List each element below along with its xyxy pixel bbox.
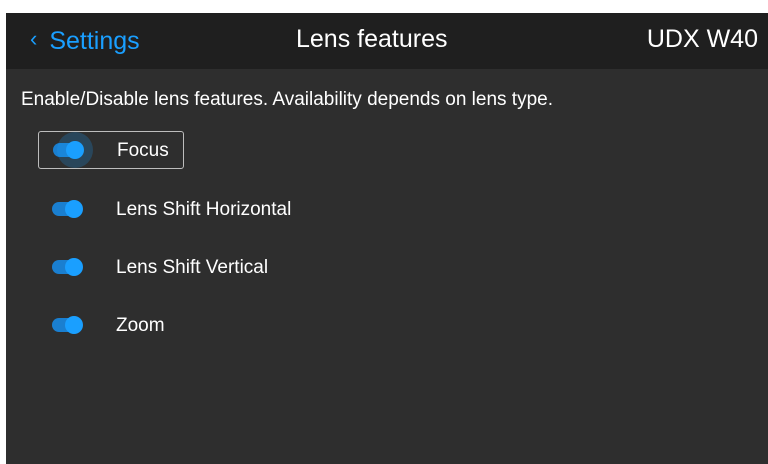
focus-toggle[interactable]	[47, 131, 93, 169]
page-title: Lens features	[296, 25, 448, 53]
device-name: UDX W40	[646, 25, 758, 53]
toggle-knob	[66, 141, 84, 159]
feature-label: Lens Shift Horizontal	[116, 198, 292, 220]
header-bar: ‹ Settings Lens features UDX W40	[6, 13, 768, 69]
toggle-knob	[65, 258, 83, 276]
back-label: Settings	[49, 26, 140, 55]
feature-row-focus[interactable]: Focus	[38, 131, 184, 169]
zoom-toggle[interactable]	[46, 306, 90, 344]
description-text: Enable/Disable lens features. Availabili…	[21, 89, 553, 110]
lens-features-screen: ‹ Settings Lens features UDX W40 Enable/…	[6, 13, 768, 464]
feature-label: Lens Shift Vertical	[116, 256, 269, 278]
chevron-left-icon: ‹	[30, 26, 38, 51]
feature-label: Focus	[117, 139, 169, 161]
toggle-knob	[65, 200, 83, 218]
feature-label: Zoom	[116, 314, 165, 336]
toggle-knob	[65, 316, 83, 334]
lens-shift-horizontal-toggle[interactable]	[46, 190, 90, 228]
back-button[interactable]: ‹ Settings	[30, 25, 140, 57]
feature-row-zoom[interactable]: Zoom	[38, 306, 165, 344]
feature-row-lens-shift-vertical[interactable]: Lens Shift Vertical	[38, 248, 268, 286]
lens-shift-vertical-toggle[interactable]	[46, 248, 90, 286]
feature-row-lens-shift-horizontal[interactable]: Lens Shift Horizontal	[38, 190, 291, 228]
